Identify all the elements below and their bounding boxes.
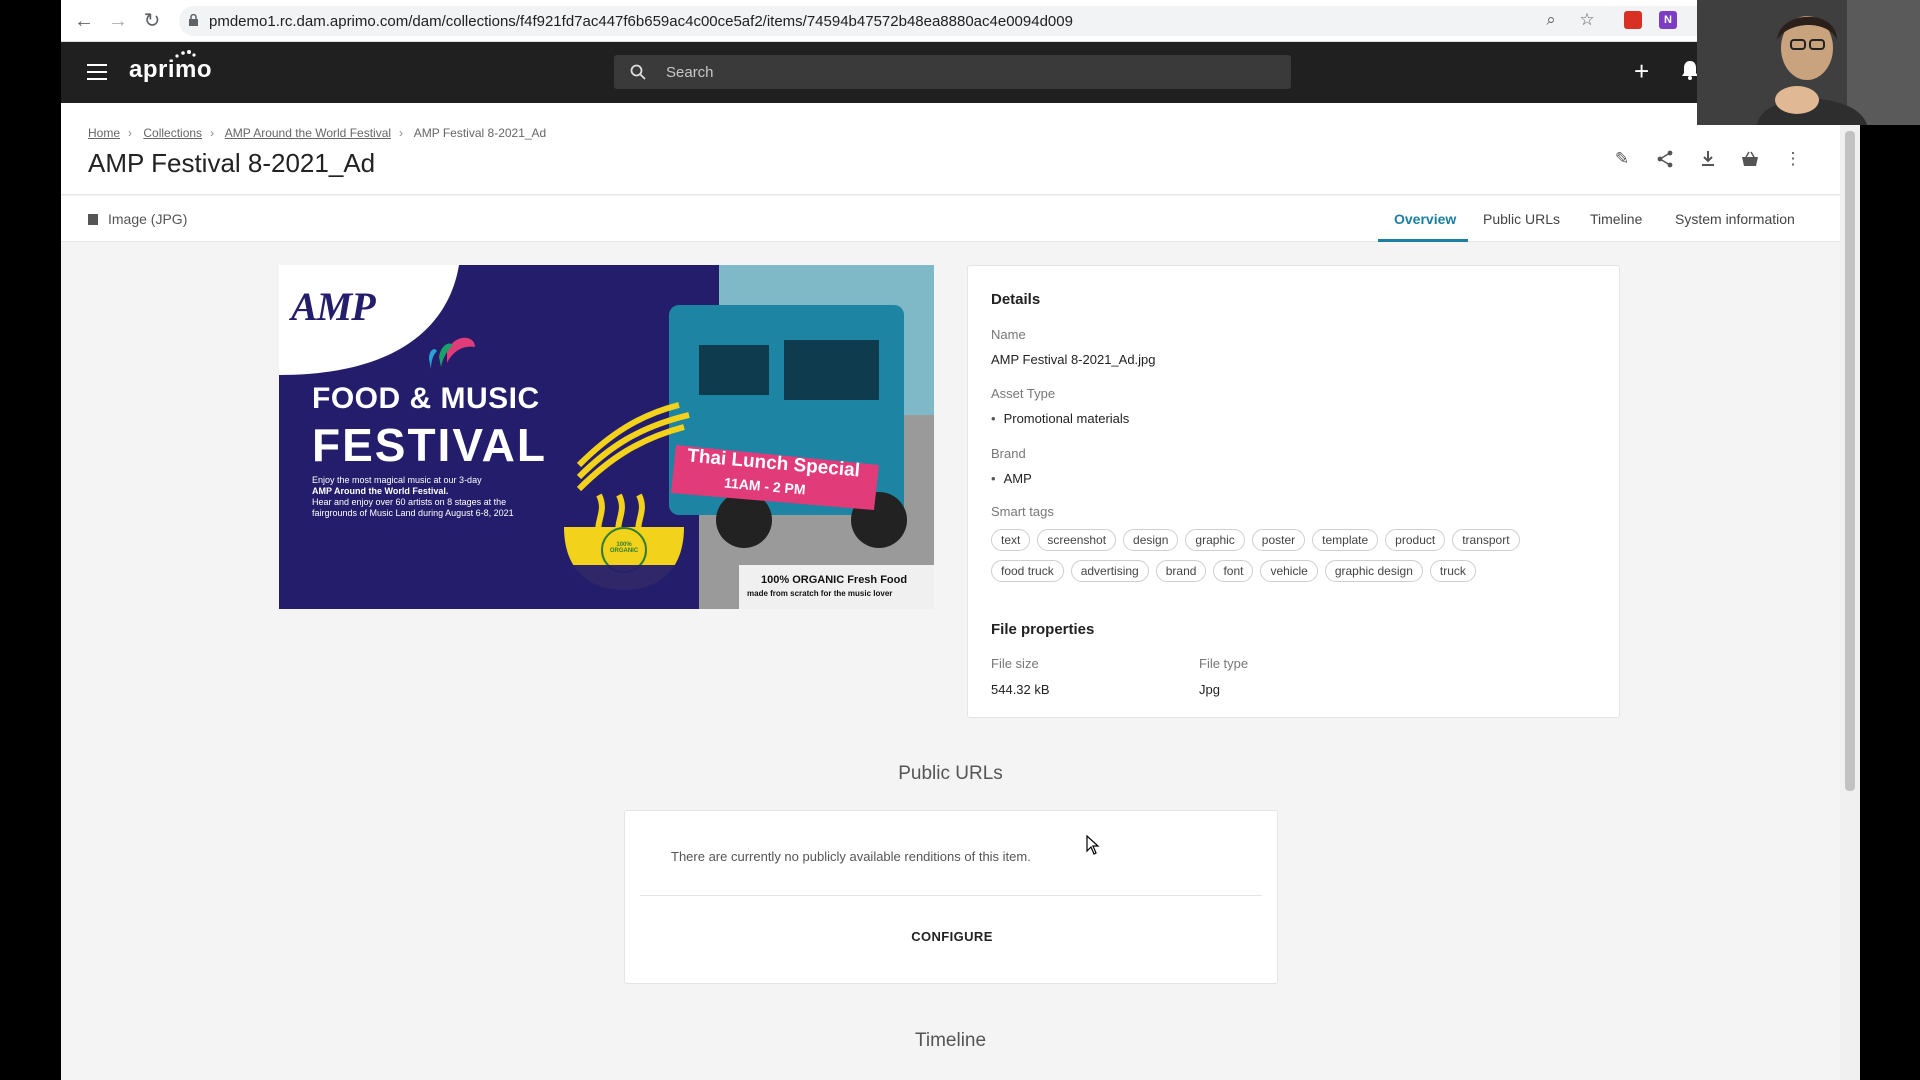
smart-tag[interactable]: screenshot bbox=[1037, 529, 1117, 551]
screen: ← → ↻ pmdemo1.rc.dam.aprimo.com/dam/coll… bbox=[0, 0, 1920, 1080]
poster-footer-1: 100% ORGANIC Fresh Food bbox=[761, 574, 908, 586]
asset-type-value: Promotional materials bbox=[991, 411, 1130, 426]
lock-icon bbox=[189, 14, 198, 26]
smart-tags-label: Smart tags bbox=[991, 504, 1054, 519]
smart-tag[interactable]: product bbox=[1385, 529, 1446, 551]
public-urls-heading: Public URLs bbox=[898, 763, 1003, 784]
poster-body: Enjoy the most magical music at our 3-da… bbox=[312, 475, 514, 519]
poster-body-line: Enjoy the most magical music at our 3-da… bbox=[312, 475, 482, 485]
download-icon[interactable] bbox=[1698, 149, 1718, 169]
public-urls-card: There are currently no publicly availabl… bbox=[624, 810, 1278, 984]
breadcrumb-current: AMP Festival 8-2021_Ad bbox=[413, 126, 547, 140]
smart-tag[interactable]: poster bbox=[1251, 529, 1306, 551]
app-header: aprimo + bbox=[61, 42, 1860, 103]
smart-tag[interactable]: design bbox=[1123, 529, 1179, 551]
file-type-label: File type bbox=[1199, 656, 1249, 671]
share-icon[interactable] bbox=[1655, 149, 1675, 169]
details-card: Details Name AMP Festival 8-2021_Ad.jpg … bbox=[967, 265, 1620, 718]
file-size-value: 544.32 kB bbox=[991, 682, 1050, 697]
smart-tag[interactable]: brand bbox=[1155, 560, 1207, 582]
asset-header: Home › Collections › AMP Around the World … bbox=[61, 103, 1840, 195]
public-urls-empty-message: There are currently no publicly availabl… bbox=[671, 849, 1031, 864]
tab-bar: Image (JPG) Overview Public URLs Timelin… bbox=[61, 196, 1840, 242]
tab-timeline[interactable]: Timeline bbox=[1590, 211, 1642, 227]
edit-pencil-icon[interactable]: ✎ bbox=[1612, 149, 1632, 169]
extension-icon[interactable] bbox=[1624, 11, 1642, 29]
more-options-icon[interactable]: ⋮ bbox=[1783, 149, 1803, 169]
name-label: Name bbox=[991, 327, 1026, 342]
smart-tag[interactable]: advertising bbox=[1070, 560, 1149, 582]
bookmark-star-icon[interactable]: ☆ bbox=[1577, 10, 1597, 30]
breadcrumb-separator: › bbox=[128, 126, 133, 140]
file-type-label: Image (JPG) bbox=[88, 211, 187, 227]
app-logo[interactable]: aprimo bbox=[129, 56, 212, 84]
file-type-text: Image (JPG) bbox=[108, 211, 188, 227]
hamburger-menu-icon[interactable] bbox=[87, 64, 107, 80]
breadcrumb-collections[interactable]: Collections bbox=[143, 126, 202, 140]
breadcrumb-separator: › bbox=[399, 126, 404, 140]
mouse-cursor-icon bbox=[1086, 835, 1100, 855]
scrollbar-thumb[interactable] bbox=[1845, 131, 1855, 791]
smart-tag[interactable]: template bbox=[1312, 529, 1379, 551]
browser-toolbar: ← → ↻ pmdemo1.rc.dam.aprimo.com/dam/coll… bbox=[61, 0, 1860, 42]
page-title: AMP Festival 8-2021_Ad bbox=[88, 148, 376, 178]
asset-preview[interactable]: AMP FOOD & MUSIC FESTIVAL Enjoy the most… bbox=[279, 265, 934, 609]
file-type-value: Jpg bbox=[1199, 682, 1220, 697]
details-heading: Details bbox=[991, 291, 1041, 308]
name-value: AMP Festival 8-2021_Ad.jpg bbox=[991, 352, 1156, 367]
page-scrollbar[interactable] bbox=[1840, 103, 1860, 1080]
webcam-overlay bbox=[1697, 0, 1920, 125]
tab-public-urls[interactable]: Public URLs bbox=[1483, 211, 1560, 227]
poster-footer-2: made from scratch for the music lover bbox=[747, 589, 893, 598]
smart-tag[interactable]: transport bbox=[1452, 529, 1520, 551]
search-box[interactable] bbox=[614, 55, 1291, 89]
file-properties-heading: File properties bbox=[991, 621, 1095, 638]
back-icon[interactable]: ← bbox=[73, 10, 95, 32]
timeline-heading: Timeline bbox=[914, 1030, 987, 1051]
file-size-label: File size bbox=[991, 656, 1039, 671]
address-bar[interactable]: pmdemo1.rc.dam.aprimo.com/dam/collection… bbox=[179, 6, 1739, 36]
browser-window: ← → ↻ pmdemo1.rc.dam.aprimo.com/dam/coll… bbox=[61, 0, 1860, 1080]
reload-icon[interactable]: ↻ bbox=[141, 10, 163, 32]
smart-tag[interactable]: vehicle bbox=[1260, 560, 1318, 582]
smart-tag[interactable]: truck bbox=[1429, 560, 1476, 582]
brand-value: AMP bbox=[991, 471, 1032, 486]
search-icon bbox=[630, 64, 646, 80]
smart-tag[interactable]: graphic design bbox=[1324, 560, 1423, 582]
poster-body-line: Hear and enjoy over 60 artists on 8 stag… bbox=[312, 497, 507, 507]
breadcrumb: Home › Collections › AMP Around the World … bbox=[88, 126, 546, 140]
asset-content: AMP FOOD & MUSIC FESTIVAL Enjoy the most… bbox=[61, 242, 1840, 1080]
smart-tag[interactable]: font bbox=[1213, 560, 1254, 582]
onenote-extension-icon[interactable]: N bbox=[1659, 11, 1677, 29]
tab-overview[interactable]: Overview bbox=[1394, 211, 1456, 227]
poster-body-line: fairgrounds of Music Land during August … bbox=[312, 508, 514, 518]
zoom-icon[interactable]: ⌕ bbox=[1541, 10, 1561, 30]
breadcrumb-separator: › bbox=[210, 126, 215, 140]
asset-type-label: Asset Type bbox=[991, 386, 1056, 401]
smart-tags-list: text screenshot design graphic poster templat… bbox=[991, 529, 1591, 591]
poster-headline-1: FOOD & MUSIC bbox=[312, 382, 540, 415]
poster-body-line: AMP Around the World Festival. bbox=[312, 486, 449, 496]
divider bbox=[640, 895, 1262, 896]
poster-bowl-badge: 100% ORGANIC bbox=[609, 542, 639, 554]
breadcrumb-home[interactable]: Home bbox=[88, 126, 120, 140]
add-to-basket-icon[interactable] bbox=[1740, 149, 1760, 169]
smart-tag[interactable]: graphic bbox=[1185, 529, 1245, 551]
forward-icon[interactable]: → bbox=[107, 10, 129, 32]
smart-tag[interactable]: text bbox=[991, 529, 1031, 551]
configure-button[interactable]: CONFIGURE bbox=[625, 929, 1279, 944]
search-input[interactable] bbox=[666, 55, 1266, 89]
add-icon[interactable]: + bbox=[1634, 58, 1649, 84]
smart-tag[interactable]: food truck bbox=[991, 560, 1064, 582]
tab-system-information[interactable]: System information bbox=[1675, 211, 1795, 227]
poster-brand: AMP bbox=[291, 284, 376, 329]
url-text[interactable]: pmdemo1.rc.dam.aprimo.com/dam/collection… bbox=[209, 13, 1073, 30]
breadcrumb-collection[interactable]: AMP Around the World Festival bbox=[225, 126, 391, 140]
brand-label: Brand bbox=[991, 446, 1026, 461]
image-file-icon bbox=[88, 214, 98, 225]
poster-headline-2: FESTIVAL bbox=[312, 419, 547, 471]
